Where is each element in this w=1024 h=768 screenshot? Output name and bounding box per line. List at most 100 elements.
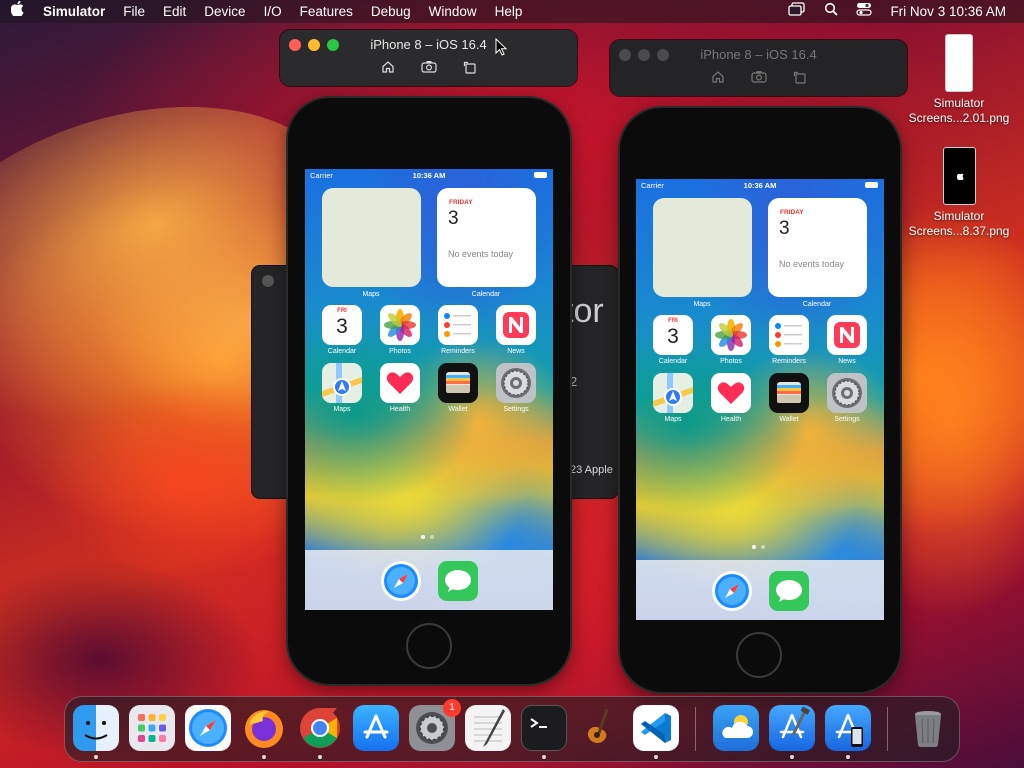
news-icon[interactable]: [496, 305, 536, 345]
calendar-widget-label: Calendar: [471, 291, 501, 298]
calendar-widget-date: 3: [779, 218, 790, 239]
phone-screen[interactable]: Carrier 10:36 AM Maps FRIDAY 3 No events…: [305, 169, 553, 610]
battery-icon: [534, 172, 547, 178]
terminal-icon[interactable]: [521, 705, 567, 751]
page-indicator[interactable]: [421, 535, 434, 539]
wallet-icon[interactable]: [769, 373, 809, 413]
health-icon[interactable]: [380, 363, 420, 403]
weather-icon[interactable]: [713, 705, 759, 751]
finder-icon[interactable]: [73, 705, 119, 751]
menubar-clock[interactable]: Fri Nov 3 10:36 AM: [881, 0, 1024, 23]
app-label: Photos: [389, 348, 411, 355]
maps-widget[interactable]: [322, 188, 421, 287]
close-button[interactable]: [262, 275, 274, 287]
desktop-file-screenshot-2[interactable]: Simulator Screens...8.37.png: [904, 147, 1014, 239]
apple-menu-icon[interactable]: [0, 0, 34, 23]
app-label: Health: [720, 416, 742, 423]
home-icon[interactable]: [711, 70, 725, 87]
dock-separator: [887, 707, 888, 751]
running-indicator: [262, 755, 266, 759]
app-label: Wallet: [448, 406, 468, 413]
mouse-cursor-icon: [495, 38, 507, 56]
settings-icon[interactable]: [827, 373, 867, 413]
calendar-widget[interactable]: FRIDAY 3 No events today: [437, 188, 536, 287]
menu-device[interactable]: Device: [195, 0, 254, 23]
app-label: Calendar: [327, 348, 357, 355]
app-store-icon[interactable]: [353, 705, 399, 751]
simulator-window-2-titlebar[interactable]: iPhone 8 – iOS 16.4: [610, 40, 907, 96]
screenshot-icon[interactable]: [750, 70, 767, 87]
screenshot-icon[interactable]: [420, 60, 437, 77]
reminders-icon[interactable]: [438, 305, 478, 345]
simulator-icon[interactable]: [825, 705, 871, 751]
dock-separator: [695, 707, 696, 751]
home-button[interactable]: [406, 623, 452, 669]
window-switcher-icon[interactable]: [779, 0, 815, 23]
launchpad-icon[interactable]: [129, 705, 175, 751]
phone-screen[interactable]: Carrier 10:36 AM Maps FRIDAY 3 No events…: [636, 179, 884, 620]
maps-icon[interactable]: [653, 373, 693, 413]
file-name: Simulator: [933, 96, 985, 110]
status-time: 10:36 AM: [743, 181, 777, 190]
trash-icon[interactable]: [905, 705, 951, 751]
rotate-icon[interactable]: [793, 70, 807, 87]
settings-icon[interactable]: [496, 363, 536, 403]
search-icon[interactable]: [815, 0, 847, 23]
app-label: Maps: [333, 406, 351, 413]
rotate-icon[interactable]: [463, 60, 477, 77]
desktop-file-screenshot-1[interactable]: Simulator Screens...2.01.png: [904, 34, 1014, 126]
garageband-icon[interactable]: [577, 705, 623, 751]
desktop-wallpaper: Simulator File Edit Device I/O Features …: [0, 0, 1024, 768]
messages-icon[interactable]: [769, 571, 809, 611]
calendar-icon[interactable]: FRI 3: [653, 315, 693, 355]
safari-icon[interactable]: [712, 571, 752, 611]
photos-icon[interactable]: [380, 305, 420, 345]
simulator-window-1-titlebar[interactable]: iPhone 8 – iOS 16.4: [280, 30, 577, 86]
menu-io[interactable]: I/O: [255, 0, 291, 23]
app-menu[interactable]: Simulator: [34, 0, 114, 23]
calendar-widget-label: Calendar: [802, 301, 832, 308]
reminders-icon[interactable]: [769, 315, 809, 355]
safari-icon[interactable]: [381, 561, 421, 601]
health-icon[interactable]: [711, 373, 751, 413]
wallet-icon[interactable]: [438, 363, 478, 403]
file-name-suffix: Screens...2.01.png: [908, 111, 1010, 125]
system-settings-icon[interactable]: 1: [409, 699, 461, 751]
safari-icon[interactable]: [185, 705, 231, 751]
menu-edit[interactable]: Edit: [154, 0, 195, 23]
messages-icon[interactable]: [438, 561, 478, 601]
news-icon[interactable]: [827, 315, 867, 355]
chrome-icon[interactable]: [297, 705, 343, 751]
app-label: Health: [389, 406, 411, 413]
calendar-icon[interactable]: FRI 3: [322, 305, 362, 345]
menu-file[interactable]: File: [114, 0, 154, 23]
page-indicator[interactable]: [752, 545, 765, 549]
firefox-icon[interactable]: [241, 705, 287, 751]
home-button[interactable]: [736, 632, 782, 678]
menu-bar: Simulator File Edit Device I/O Features …: [0, 0, 1024, 23]
vscode-icon[interactable]: [633, 705, 679, 751]
maps-widget[interactable]: [653, 198, 752, 297]
running-indicator: [654, 755, 658, 759]
photos-icon[interactable]: [711, 315, 751, 355]
calendar-widget-day: FRIDAY: [780, 209, 804, 216]
menu-debug[interactable]: Debug: [362, 0, 420, 23]
control-center-icon[interactable]: [847, 0, 881, 23]
menu-features[interactable]: Features: [291, 0, 362, 23]
app-label: Maps: [664, 416, 682, 423]
running-indicator: [94, 755, 98, 759]
calendar-widget-day: FRIDAY: [449, 199, 473, 206]
home-icon[interactable]: [381, 60, 395, 77]
maps-widget-label: Maps: [693, 301, 711, 308]
calendar-widget[interactable]: FRIDAY 3 No events today: [768, 198, 867, 297]
menu-help[interactable]: Help: [486, 0, 532, 23]
status-bar: Carrier 10:36 AM: [636, 179, 884, 191]
app-label: Reminders: [772, 358, 806, 365]
menu-window[interactable]: Window: [420, 0, 486, 23]
calendar-app-day: FRI: [668, 318, 678, 324]
maps-icon[interactable]: [322, 363, 362, 403]
app-label: Reminders: [441, 348, 475, 355]
calendar-widget-events: No events today: [448, 249, 514, 259]
xcode-icon[interactable]: [769, 705, 815, 751]
textedit-icon[interactable]: [465, 705, 511, 751]
